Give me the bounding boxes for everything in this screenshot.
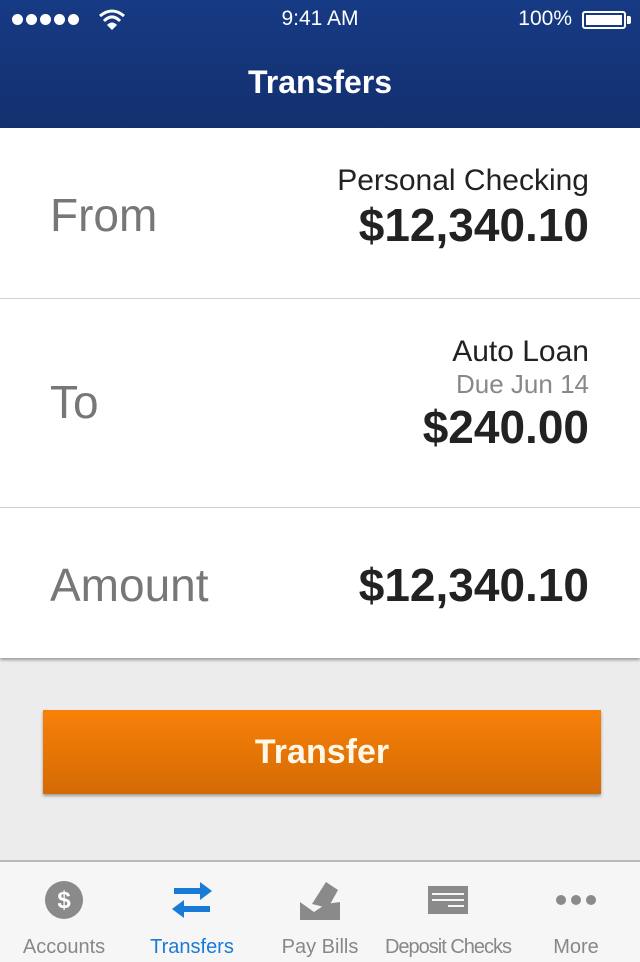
tab-transfers[interactable]: Transfers	[128, 862, 256, 962]
to-due-date: Due Jun 14	[456, 369, 589, 399]
from-label: From	[50, 189, 158, 241]
transfer-form: From Personal Checking $12,340.10 To Aut…	[0, 128, 640, 658]
tab-bar: $ Accounts Transfers Pay Bills Deposit C…	[0, 860, 640, 962]
battery-tip	[627, 16, 631, 24]
from-account-name: Personal Checking	[337, 164, 589, 197]
to-row[interactable]: To Auto Loan Due Jun 14 $240.00	[0, 299, 640, 508]
tab-label: Transfers	[150, 936, 234, 958]
battery-percent: 100%	[518, 7, 572, 30]
to-label: To	[50, 376, 99, 428]
amount-label: Amount	[50, 559, 209, 611]
battery-icon	[582, 11, 626, 29]
tab-label: Accounts	[22, 936, 106, 958]
tab-deposit-checks[interactable]: Deposit Checks	[384, 862, 512, 962]
tab-more[interactable]: More	[512, 862, 640, 962]
page-title: Transfers	[247, 64, 393, 100]
dollar-icon: $	[45, 881, 83, 919]
tab-pay-bills[interactable]: Pay Bills	[256, 862, 384, 962]
nav-header: 9:41 AM 100% Transfers	[0, 0, 640, 128]
tab-label: Pay Bills	[281, 936, 359, 958]
svg-text:$: $	[57, 887, 71, 914]
from-row[interactable]: From Personal Checking $12,340.10	[0, 128, 640, 299]
amount-row[interactable]: Amount $12,340.10	[0, 508, 640, 658]
from-account-balance: $12,340.10	[358, 199, 589, 251]
more-icon	[556, 895, 596, 905]
tab-accounts[interactable]: $ Accounts	[0, 862, 128, 962]
tab-label: More	[553, 936, 599, 958]
pay-bills-icon	[300, 882, 340, 920]
to-amount-due: $240.00	[422, 401, 589, 453]
transfer-arrows-icon	[172, 882, 212, 918]
to-account-name: Auto Loan	[452, 335, 589, 368]
check-icon	[428, 886, 468, 914]
tab-label: Deposit Checks	[384, 936, 512, 958]
transfer-button[interactable]: Transfer	[43, 710, 601, 794]
amount-value[interactable]: $12,340.10	[359, 558, 589, 612]
status-bar: 9:41 AM 100%	[0, 0, 640, 40]
